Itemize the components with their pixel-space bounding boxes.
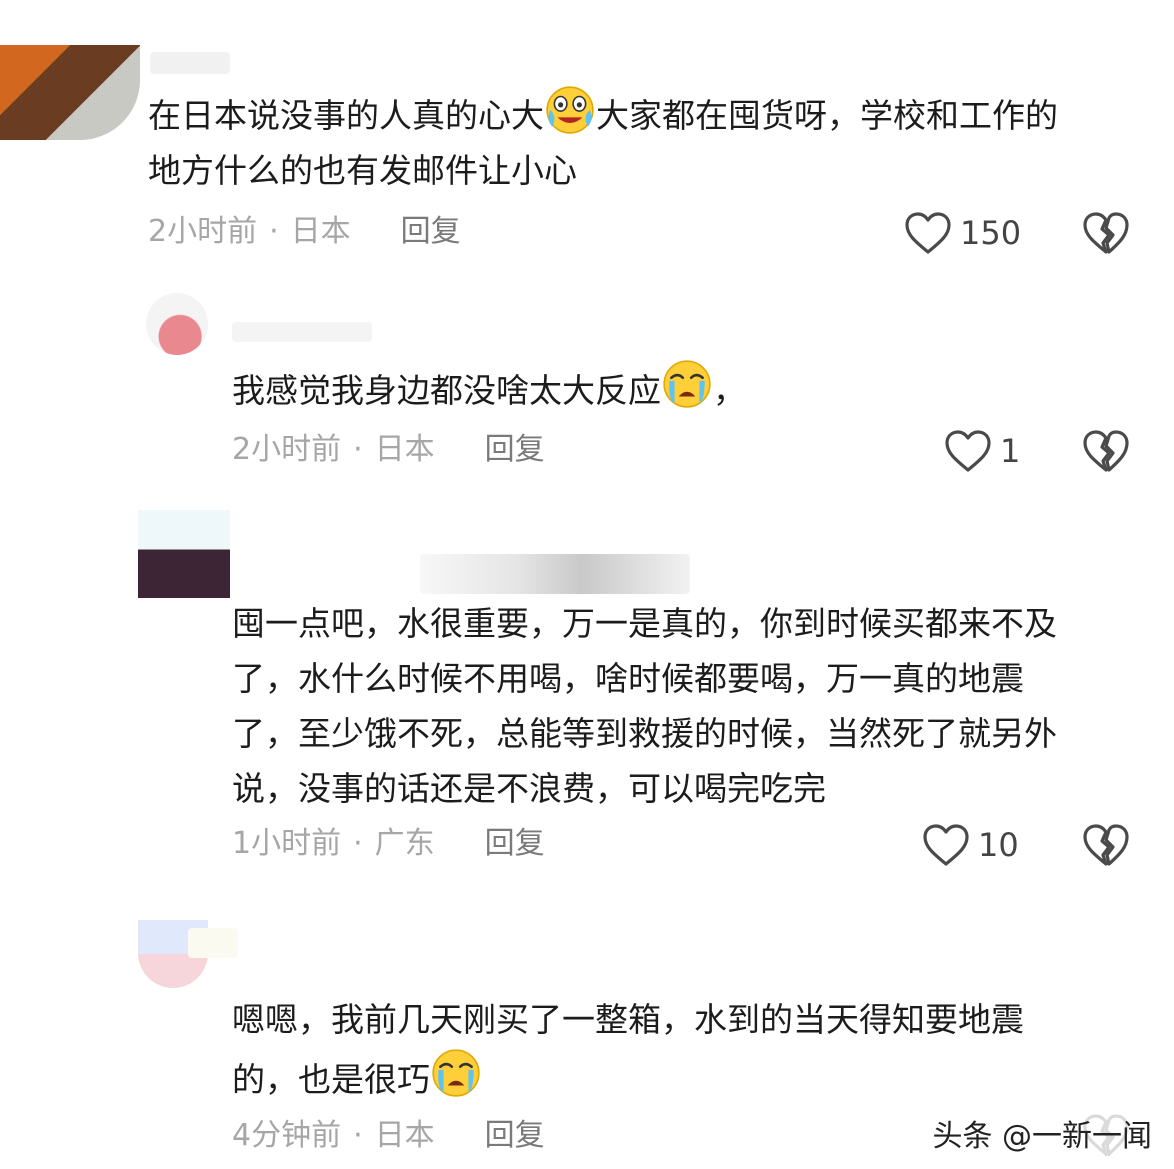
comment-location: 日本 — [374, 1118, 435, 1153]
like-count: 10 — [978, 826, 1019, 864]
comment-meta: 2小时前 · 日本 回复 — [148, 212, 461, 252]
comment-text-line: 的，也是很巧 — [232, 1060, 430, 1099]
like-button[interactable]: 1 — [944, 426, 1020, 476]
comment-text-part: 在日本说没事的人真的心大 — [148, 96, 544, 135]
avatar[interactable] — [0, 45, 140, 140]
loudly-crying-emoji-icon — [661, 358, 713, 410]
comment-text: 在日本说没事的人真的心大 大家都在囤货呀，学校和工作的 地方什么的也有发邮件让小心 — [148, 83, 1158, 198]
avatar[interactable] — [146, 293, 208, 355]
comment-meta: 2小时前 · 日本 回复 — [232, 430, 545, 470]
like-count: 1 — [1000, 432, 1021, 470]
broken-heart-icon[interactable] — [1082, 428, 1130, 474]
broken-heart-icon[interactable] — [1082, 822, 1130, 868]
heart-outline-icon — [904, 211, 952, 255]
comment-meta: 4分钟前 · 日本 回复 — [232, 1116, 545, 1156]
comment-text-part: 我感觉我身边都没啥太大反应 — [232, 371, 661, 410]
like-button[interactable]: 150 — [904, 208, 1021, 258]
broken-heart-icon[interactable] — [1082, 210, 1130, 256]
username-blurred[interactable] — [232, 322, 372, 342]
comment-location: 日本 — [374, 432, 435, 467]
separator-dot: · — [353, 432, 363, 467]
comment-meta: 1小时前 · 广东 回复 — [232, 824, 545, 864]
comment-location: 广东 — [374, 826, 435, 861]
watermark: 头条 @一新一闻 — [932, 1111, 1152, 1155]
reply-button[interactable]: 回复 — [485, 824, 545, 864]
loudly-crying-emoji-icon — [430, 1047, 482, 1099]
comment-text-part: ， — [713, 371, 746, 410]
reply-button[interactable]: 回复 — [485, 430, 545, 470]
reply-button[interactable]: 回复 — [401, 212, 461, 252]
reply-button[interactable]: 回复 — [485, 1116, 545, 1156]
separator-dot: · — [269, 214, 279, 249]
like-count: 150 — [960, 214, 1022, 252]
comment-location: 日本 — [290, 214, 351, 249]
comment-time: 2小时前 — [148, 214, 258, 249]
username-blurred[interactable] — [150, 52, 230, 74]
username-blurred[interactable] — [420, 554, 690, 594]
comment-text: 囤一点吧，水很重要，万一是真的，你到时候买都来不及 了，水什么时候不用喝，啥时候… — [232, 604, 1057, 808]
comment-time: 1小时前 — [232, 826, 342, 861]
comment-text-line: 嗯嗯，我前几天刚买了一整箱，水到的当天得知要地震 — [232, 1000, 1024, 1039]
heart-outline-icon — [922, 823, 970, 867]
heart-outline-icon — [944, 429, 992, 473]
comment-time: 2小时前 — [232, 432, 342, 467]
comment-time: 4分钟前 — [232, 1118, 342, 1153]
comment-text: 我感觉我身边都没啥太大反应 ， — [232, 358, 1132, 418]
like-button[interactable]: 10 — [922, 820, 1019, 870]
separator-dot: · — [353, 826, 363, 861]
separator-dot: · — [353, 1118, 363, 1153]
avatar[interactable] — [138, 510, 230, 598]
comment-text: 嗯嗯，我前几天刚买了一整箱，水到的当天得知要地震 的，也是很巧 — [232, 992, 1152, 1107]
crying-laughing-emoji-icon — [544, 83, 596, 135]
username-blurred[interactable] — [188, 928, 238, 958]
